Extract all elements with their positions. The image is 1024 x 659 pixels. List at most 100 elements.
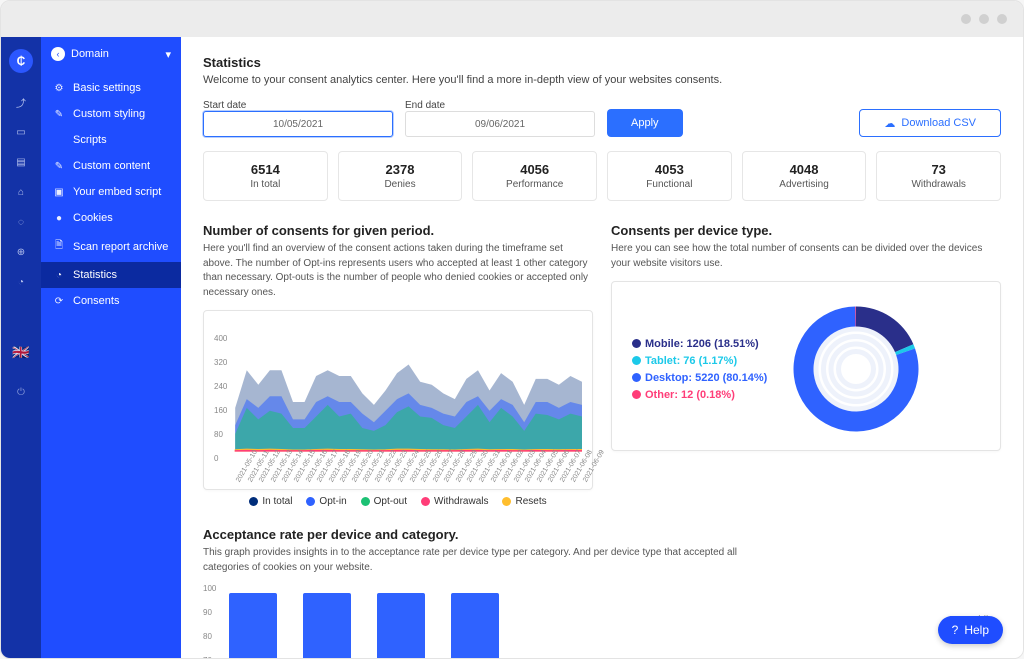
legend-item: Withdrawals <box>421 496 488 507</box>
sidebar-item-icon: ◔ <box>53 270 65 281</box>
chevron-left-icon: ‹ <box>51 47 65 61</box>
legend-item: Opt-in <box>306 496 346 507</box>
kpi-label: Withdrawals <box>887 179 990 190</box>
sidebar-item-your-embed-script[interactable]: ▣ Your embed script <box>41 179 181 205</box>
kpi-value: 73 <box>887 162 990 177</box>
main-content: Statistics Welcome to your consent analy… <box>181 37 1023 658</box>
legend-item: In total <box>249 496 292 507</box>
kpi-card: 2378 Denies <box>338 151 463 201</box>
kpi-card: 4056 Performance <box>472 151 597 201</box>
sidebar-item-label: Custom content <box>73 160 150 172</box>
y-tick-label: 80 <box>214 430 223 439</box>
sidebar-item-icon: ✎ <box>53 109 65 120</box>
sidebar-item-label: Your embed script <box>73 186 161 198</box>
apply-button[interactable]: Apply <box>607 109 683 137</box>
y-tick-label: 0 <box>214 454 218 463</box>
brand-logo-icon[interactable]: ₵ <box>9 49 33 73</box>
page-subtitle: Welcome to your consent analytics center… <box>203 74 1001 86</box>
sidebar-item-statistics[interactable]: ◔ Statistics <box>41 262 181 288</box>
area-chart: 0801602403204002021-05-102021-05-112021-… <box>214 323 582 483</box>
section-subtitle: Here you can see how the total number of… <box>611 242 1001 271</box>
section-subtitle: Here you'll find an overview of the cons… <box>203 242 593 300</box>
kpi-value: 6514 <box>214 162 317 177</box>
icon-rail: ₵ ⤴ ▭ ▤ ⌂ ◌ ⊕ ◔ 🇬🇧 ⏻ <box>1 37 41 658</box>
page-title: Statistics <box>203 55 1001 70</box>
kpi-label: In total <box>214 179 317 190</box>
rail-item-icon[interactable]: ⌂ <box>1 177 41 207</box>
browser-titlebar <box>1 1 1023 37</box>
section-title: Consents per device type. <box>611 223 1001 238</box>
kpi-value: 4056 <box>483 162 586 177</box>
kpi-card: 4048Advertising <box>742 151 867 201</box>
sidebar-item-icon: ● <box>53 213 65 224</box>
rail-item-icon[interactable]: ◔ <box>1 267 41 297</box>
y-tick-label: 400 <box>214 334 227 343</box>
section-title: Number of consents for given period. <box>203 223 593 238</box>
start-date-input[interactable] <box>203 111 393 137</box>
sidebar-item-label: Basic settings <box>73 82 141 94</box>
start-date-field: Start date <box>203 100 393 137</box>
rail-item-icon[interactable]: ▤ <box>1 147 41 177</box>
sidebar: ‹ Domain ▾ ⚙ Basic settings ✎ Custom stylin… <box>41 37 181 658</box>
sidebar-item-label: Statistics <box>73 269 117 281</box>
domain-selector[interactable]: ‹ Domain ▾ <box>41 37 181 71</box>
sidebar-item-scripts[interactable]: Scripts <box>41 127 181 153</box>
y-tick-label: 240 <box>214 382 227 391</box>
sidebar-item-icon: ▣ <box>53 187 65 198</box>
bar-chart: 708090100 <box>203 585 930 658</box>
donut-card: Mobile: 1206 (18.51%)Tablet: 76 (1.17%)D… <box>611 281 1001 451</box>
sidebar-item-custom-styling[interactable]: ✎ Custom styling <box>41 101 181 127</box>
legend-item: Desktop: 5220 (80.14%) <box>632 372 767 384</box>
date-filter-row: Start date End date Apply ☁ Download CSV <box>203 100 1001 137</box>
help-button[interactable]: ? Help <box>938 616 1003 644</box>
download-icon: ☁ <box>884 117 895 130</box>
rail-item-icon[interactable]: ⤴ <box>1 87 41 117</box>
area-chart-card: 0801602403204002021-05-102021-05-112021-… <box>203 310 593 490</box>
app-root: ₵ ⤴ ▭ ▤ ⌂ ◌ ⊕ ◔ 🇬🇧 ⏻ ‹ Domain ▾ ⚙ Basic s… <box>1 37 1023 658</box>
power-icon[interactable]: ⏻ <box>1 377 41 407</box>
section-subtitle: This graph provides insights in to the a… <box>203 546 743 575</box>
browser-window: ₵ ⤴ ▭ ▤ ⌂ ◌ ⊕ ◔ 🇬🇧 ⏻ ‹ Domain ▾ ⚙ Basic s… <box>0 0 1024 659</box>
kpi-label: Performance <box>483 179 586 190</box>
kpi-label: Denies <box>349 179 452 190</box>
end-date-input[interactable] <box>405 111 595 137</box>
legend-item: Resets <box>502 496 546 507</box>
rail-item-icon[interactable]: ▭ <box>1 117 41 147</box>
sidebar-item-icon: 🗎 <box>53 238 65 255</box>
sidebar-item-label: Custom styling <box>73 108 145 120</box>
kpi-label: Functional <box>618 179 721 190</box>
section-title: Acceptance rate per device and category. <box>203 527 1001 542</box>
donut-chart <box>781 294 931 444</box>
sidebar-item-basic-settings[interactable]: ⚙ Basic settings <box>41 75 181 101</box>
sidebar-item-icon: ✎ <box>53 161 65 172</box>
sidebar-item-custom-content[interactable]: ✎ Custom content <box>41 153 181 179</box>
sidebar-item-icon: ⚙ <box>53 83 65 94</box>
legend-item: Mobile: 1206 (18.51%) <box>632 338 767 350</box>
rail-item-icon[interactable]: ⊕ <box>1 237 41 267</box>
y-tick-label: 160 <box>214 406 227 415</box>
field-label: End date <box>405 100 595 111</box>
sidebar-item-label: Scan report archive <box>73 241 168 253</box>
kpi-value: 4053 <box>618 162 721 177</box>
download-csv-button[interactable]: ☁ Download CSV <box>859 109 1001 137</box>
kpi-label: Advertising <box>753 179 856 190</box>
rail-item-icon[interactable]: ◌ <box>1 207 41 237</box>
two-column-row: Number of consents for given period. Her… <box>203 223 1001 507</box>
area-chart-legend: In totalOpt-inOpt-outWithdrawalsResets <box>203 496 593 507</box>
download-label: Download CSV <box>901 117 976 129</box>
kpi-value: 2378 <box>349 162 452 177</box>
sidebar-item-scan-report-archive[interactable]: 🗎 Scan report archive <box>41 231 181 262</box>
acceptance-section: Acceptance rate per device and category.… <box>203 527 1001 658</box>
domain-selector-label: Domain <box>71 48 109 60</box>
help-icon: ? <box>952 623 959 637</box>
sidebar-item-consents[interactable]: ⟳Consents <box>41 288 181 314</box>
kpi-card: 73 Withdrawals <box>876 151 1001 201</box>
window-control-dot <box>997 14 1007 24</box>
bar <box>451 593 499 658</box>
y-tick-label: 320 <box>214 358 227 367</box>
sidebar-item-cookies[interactable]: ●Cookies <box>41 205 181 231</box>
language-flag-icon[interactable]: 🇬🇧 <box>1 337 41 367</box>
kpi-card: 4053 Functional <box>607 151 732 201</box>
end-date-field: End date <box>405 100 595 137</box>
consents-period-section: Number of consents for given period. Her… <box>203 223 593 507</box>
